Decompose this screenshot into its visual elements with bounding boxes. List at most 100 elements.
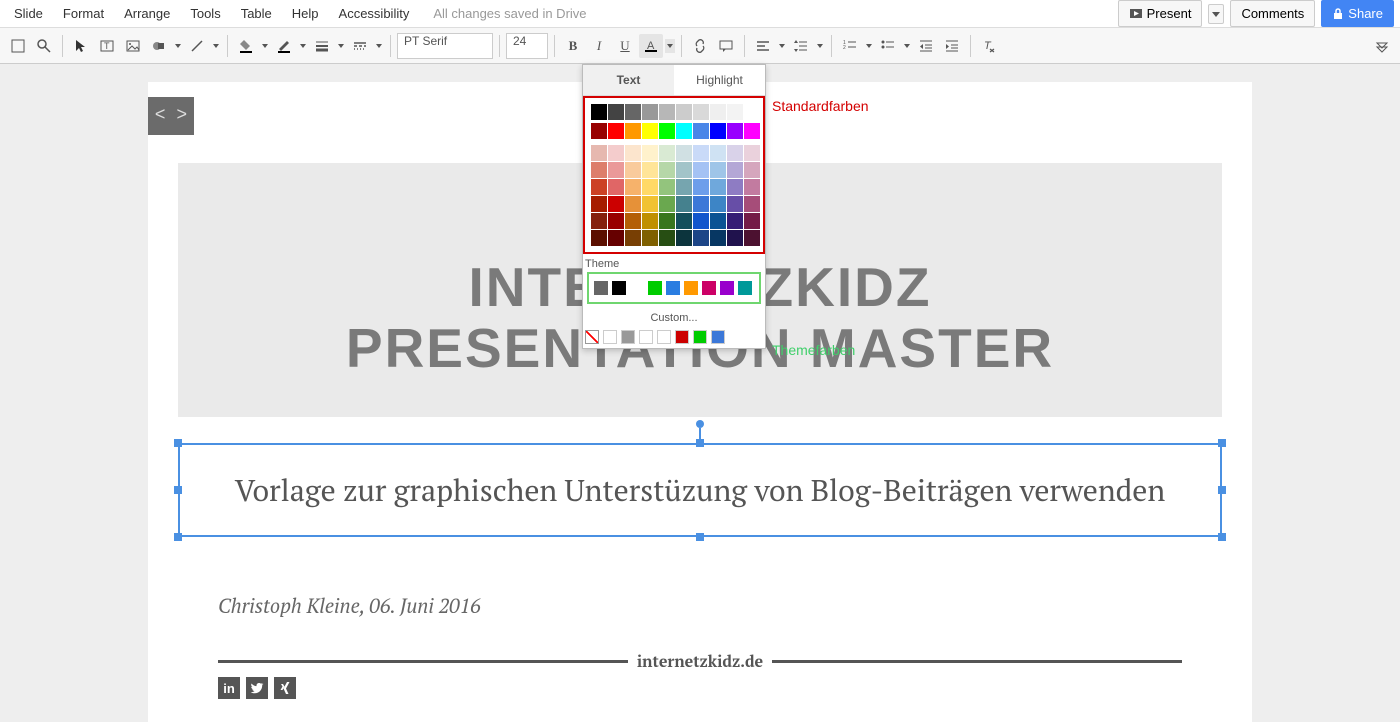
menu-accessibility[interactable]: Accessibility bbox=[331, 2, 418, 25]
select-tool-icon[interactable] bbox=[69, 34, 93, 58]
indent-decrease-icon[interactable] bbox=[914, 34, 938, 58]
xing-icon[interactable] bbox=[274, 677, 296, 699]
selection-handle[interactable] bbox=[1218, 439, 1226, 447]
custom-label[interactable]: Custom... bbox=[583, 308, 765, 326]
color-swatch[interactable] bbox=[727, 196, 743, 212]
theme-swatch[interactable] bbox=[738, 281, 752, 295]
expand-toolbar-icon[interactable] bbox=[1370, 34, 1394, 58]
theme-swatch[interactable] bbox=[594, 281, 608, 295]
color-swatch[interactable] bbox=[591, 123, 607, 139]
shape-dropdown[interactable] bbox=[173, 43, 183, 49]
color-swatch[interactable] bbox=[693, 104, 709, 120]
color-swatch[interactable] bbox=[710, 213, 726, 229]
color-tab-highlight[interactable]: Highlight bbox=[674, 65, 765, 95]
color-swatch[interactable] bbox=[710, 123, 726, 139]
color-swatch[interactable] bbox=[591, 179, 607, 195]
color-swatch[interactable] bbox=[608, 123, 624, 139]
color-swatch[interactable] bbox=[676, 104, 692, 120]
color-swatch[interactable] bbox=[625, 162, 641, 178]
color-swatch[interactable] bbox=[642, 145, 658, 161]
line-spacing-icon[interactable] bbox=[789, 34, 813, 58]
color-swatch[interactable] bbox=[727, 123, 743, 139]
color-swatch[interactable] bbox=[659, 104, 675, 120]
align-icon[interactable] bbox=[751, 34, 775, 58]
color-swatch[interactable] bbox=[659, 196, 675, 212]
color-swatch[interactable] bbox=[693, 123, 709, 139]
menu-help[interactable]: Help bbox=[284, 2, 327, 25]
color-swatch[interactable] bbox=[727, 104, 743, 120]
clear-formatting-icon[interactable]: T bbox=[977, 34, 1001, 58]
color-swatch[interactable] bbox=[744, 123, 760, 139]
custom-swatch[interactable] bbox=[621, 330, 635, 344]
share-button[interactable]: Share bbox=[1321, 0, 1394, 27]
menu-table[interactable]: Table bbox=[233, 2, 280, 25]
menu-slide[interactable]: Slide bbox=[6, 2, 51, 25]
color-swatch[interactable] bbox=[625, 179, 641, 195]
color-swatch[interactable] bbox=[608, 230, 624, 246]
underline-icon[interactable]: U bbox=[613, 34, 637, 58]
italic-icon[interactable]: I bbox=[587, 34, 611, 58]
color-tab-text[interactable]: Text bbox=[583, 65, 674, 95]
color-swatch[interactable] bbox=[744, 230, 760, 246]
color-swatch[interactable] bbox=[608, 104, 624, 120]
color-swatch[interactable] bbox=[642, 230, 658, 246]
bulletlist-dropdown[interactable] bbox=[902, 43, 912, 49]
color-swatch[interactable] bbox=[693, 196, 709, 212]
color-swatch[interactable] bbox=[744, 196, 760, 212]
author-text[interactable]: Christoph Kleine, 06. Juni 2016 bbox=[218, 592, 481, 619]
color-swatch[interactable] bbox=[608, 196, 624, 212]
theme-swatch[interactable] bbox=[720, 281, 734, 295]
color-swatch[interactable] bbox=[642, 123, 658, 139]
textbox-icon[interactable]: T bbox=[95, 34, 119, 58]
color-swatch[interactable] bbox=[693, 213, 709, 229]
twitter-icon[interactable] bbox=[246, 677, 268, 699]
color-swatch[interactable] bbox=[591, 230, 607, 246]
color-swatch[interactable] bbox=[608, 213, 624, 229]
color-swatch[interactable] bbox=[625, 230, 641, 246]
image-icon[interactable] bbox=[121, 34, 145, 58]
color-swatch[interactable] bbox=[727, 145, 743, 161]
line-dropdown[interactable] bbox=[211, 43, 221, 49]
color-swatch[interactable] bbox=[727, 179, 743, 195]
theme-swatch[interactable] bbox=[666, 281, 680, 295]
color-swatch[interactable] bbox=[591, 104, 607, 120]
selection-handle[interactable] bbox=[1218, 486, 1226, 494]
color-swatch[interactable] bbox=[659, 145, 675, 161]
menu-tools[interactable]: Tools bbox=[182, 2, 228, 25]
color-swatch[interactable] bbox=[591, 196, 607, 212]
comments-button[interactable]: Comments bbox=[1230, 0, 1315, 27]
embed-icon[interactable]: < > bbox=[148, 97, 194, 135]
color-swatch[interactable] bbox=[744, 104, 760, 120]
theme-swatch[interactable] bbox=[630, 281, 644, 295]
selection-handle[interactable] bbox=[696, 439, 704, 447]
color-swatch[interactable] bbox=[625, 104, 641, 120]
color-swatch[interactable] bbox=[642, 104, 658, 120]
color-swatch[interactable] bbox=[693, 230, 709, 246]
color-swatch[interactable] bbox=[676, 196, 692, 212]
link-icon[interactable] bbox=[688, 34, 712, 58]
color-swatch[interactable] bbox=[676, 213, 692, 229]
zoom-icon[interactable] bbox=[32, 34, 56, 58]
color-swatch[interactable] bbox=[591, 213, 607, 229]
selection-handle[interactable] bbox=[696, 533, 704, 541]
numlist-dropdown[interactable] bbox=[864, 43, 874, 49]
fill-color-icon[interactable] bbox=[234, 34, 258, 58]
color-swatch[interactable] bbox=[744, 145, 760, 161]
color-swatch[interactable] bbox=[710, 145, 726, 161]
color-swatch[interactable] bbox=[693, 179, 709, 195]
selection-handle[interactable] bbox=[174, 439, 182, 447]
shape-icon[interactable] bbox=[147, 34, 171, 58]
line-dash-icon[interactable] bbox=[348, 34, 372, 58]
theme-swatch[interactable] bbox=[684, 281, 698, 295]
numbered-list-icon[interactable]: 12 bbox=[838, 34, 862, 58]
line-icon[interactable] bbox=[185, 34, 209, 58]
color-swatch[interactable] bbox=[744, 179, 760, 195]
theme-swatch[interactable] bbox=[648, 281, 662, 295]
custom-swatch[interactable] bbox=[711, 330, 725, 344]
color-swatch[interactable] bbox=[744, 162, 760, 178]
color-swatch[interactable] bbox=[744, 213, 760, 229]
indent-increase-icon[interactable] bbox=[940, 34, 964, 58]
color-swatch[interactable] bbox=[710, 230, 726, 246]
color-swatch[interactable] bbox=[727, 230, 743, 246]
color-swatch[interactable] bbox=[710, 196, 726, 212]
